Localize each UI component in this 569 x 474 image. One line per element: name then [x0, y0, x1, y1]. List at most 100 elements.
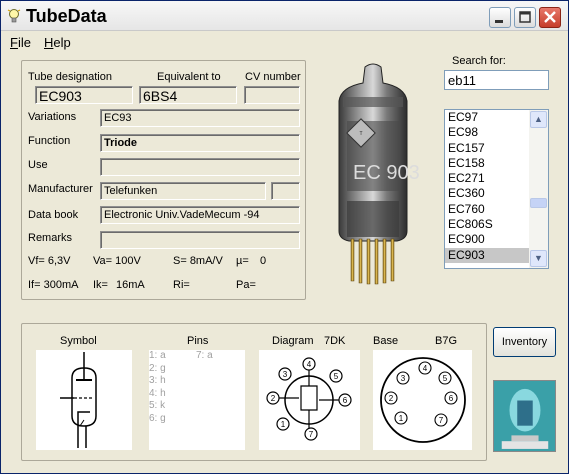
pin-row: 4: h — [149, 388, 245, 401]
diagram-code: 7DK — [324, 335, 346, 347]
menu-bar: File Help — [1, 32, 568, 52]
function-label: Function — [28, 135, 71, 147]
svg-text:6: 6 — [449, 394, 454, 403]
app-logo — [493, 380, 556, 452]
svg-text:7: 7 — [309, 430, 314, 439]
search-input[interactable] — [444, 70, 549, 90]
list-item[interactable]: EC360 — [445, 186, 529, 201]
databook-field[interactable]: Electronic Univ.VadeMecum -94 — [100, 206, 300, 224]
spec-va: Va= 100V — [93, 255, 141, 267]
close-icon — [544, 11, 556, 23]
pin-row: 1: a 7: a — [149, 350, 245, 363]
cv-label: CV number — [245, 71, 301, 83]
spec-if: If= 300mA — [28, 279, 79, 291]
spec-pa: Pa= — [236, 279, 256, 291]
svg-text:1: 1 — [281, 420, 286, 429]
svg-text:3: 3 — [401, 374, 406, 383]
tube-list-items: EC97 EC98 EC157 EC158 EC271 EC360 EC760 EC806S E… — [445, 110, 529, 263]
pinout-diagram: 4 3 5 2 6 7 1 — [259, 350, 360, 450]
minimize-button[interactable] — [489, 7, 511, 28]
scroll-up-button[interactable]: ▲ — [530, 111, 547, 128]
pin-row: 5: k — [149, 400, 245, 413]
list-scrollbar[interactable]: ▲ ▼ — [529, 110, 548, 268]
maximize-button[interactable] — [514, 7, 536, 28]
list-item[interactable]: EC760 — [445, 202, 529, 217]
svg-text:3: 3 — [283, 370, 288, 379]
svg-text:5: 5 — [443, 374, 448, 383]
list-item[interactable]: EC806S — [445, 217, 529, 232]
pins-label: Pins — [187, 335, 209, 347]
pin-entry: 3: h — [149, 375, 166, 386]
use-field[interactable] — [100, 158, 300, 176]
list-item[interactable]: EC903 — [445, 247, 529, 263]
svg-text:2: 2 — [389, 394, 394, 403]
scroll-thumb[interactable] — [530, 198, 547, 208]
base-diagram: 4 3 5 2 6 1 7 — [373, 350, 472, 450]
variations-label: Variations — [28, 111, 77, 123]
search-label: Search for: — [452, 55, 506, 67]
pins-list: 1: a 7: a 2: g 3: h 4: h 5: k 6: g — [149, 350, 245, 450]
spec-ik-value: 16mA — [116, 279, 145, 291]
pin-entry: 5: k — [149, 400, 166, 411]
tube-photo: T EC 903 — [317, 61, 429, 288]
spec-mu-value: 0 — [260, 255, 267, 267]
pin-entry: 7: a — [196, 350, 213, 361]
window-title: TubeData — [26, 6, 107, 26]
remarks-field[interactable] — [100, 231, 300, 249]
use-label: Use — [28, 159, 48, 171]
databook-label: Data book — [28, 209, 79, 221]
manufacturer-field[interactable]: Telefunken — [100, 182, 266, 200]
triode-symbol — [36, 350, 132, 450]
manufacturer-extra-field[interactable] — [271, 182, 300, 200]
minimize-icon — [495, 20, 503, 23]
list-item[interactable]: EC158 — [445, 156, 529, 171]
equivalent-label: Equivalent to — [157, 71, 221, 83]
manufacturer-label: Manufacturer — [28, 183, 93, 195]
symbol-label: Symbol — [60, 335, 97, 347]
list-item[interactable]: EC271 — [445, 171, 529, 186]
designation-field[interactable]: EC903 — [35, 86, 133, 104]
scroll-down-button[interactable]: ▼ — [530, 250, 547, 267]
menu-help[interactable]: Help — [44, 35, 71, 50]
list-item[interactable]: EC157 — [445, 141, 529, 156]
spec-mu-label: µ= — [236, 255, 249, 267]
spec-ik-label: Ik= — [93, 279, 108, 291]
pin-row: 6: g — [149, 413, 245, 426]
list-item[interactable]: EC98 — [445, 125, 529, 140]
variations-field[interactable]: EC93 — [100, 109, 300, 127]
equivalent-field[interactable]: 6BS4 — [139, 86, 237, 104]
base-code: B7G — [435, 335, 458, 347]
list-item[interactable]: EC97 — [445, 110, 529, 125]
svg-text:4: 4 — [423, 364, 428, 373]
pin-entry: 2: g — [149, 362, 166, 374]
svg-text:2: 2 — [271, 394, 276, 403]
list-item[interactable]: EC900 — [445, 232, 529, 247]
svg-text:7: 7 — [439, 416, 444, 425]
cv-field[interactable] — [244, 86, 300, 104]
spec-s: S= 8mA/V — [173, 255, 223, 267]
svg-text:6: 6 — [343, 396, 348, 405]
svg-text:1: 1 — [399, 414, 404, 423]
pin-entry: 6: g — [149, 412, 166, 424]
photo-print-text: EC 903 — [353, 162, 420, 184]
menu-help-label: elp — [53, 35, 71, 50]
tube-listbox[interactable]: EC97 EC98 EC157 EC158 EC271 EC360 EC760 EC806S E… — [444, 109, 549, 269]
svg-text:4: 4 — [307, 360, 312, 369]
inventory-button[interactable]: Inventory — [493, 327, 556, 357]
app-window: TubeData File Help Tube designation Equi… — [0, 0, 569, 474]
pin-row: 3: h — [149, 375, 245, 388]
pin-row: 2: g — [149, 363, 245, 376]
spec-ri: Ri= — [173, 279, 190, 291]
title-bar[interactable]: TubeData — [1, 1, 568, 31]
designation-label: Tube designation — [28, 71, 112, 83]
close-button[interactable] — [539, 7, 561, 28]
menu-help-accel: H — [44, 35, 54, 50]
menu-file-label: ile — [17, 35, 31, 50]
menu-file-accel: F — [10, 35, 18, 50]
maximize-icon — [519, 11, 531, 23]
function-field[interactable]: Triode — [100, 134, 300, 152]
menu-file[interactable]: File — [10, 35, 31, 50]
pin-entry: 4: h — [149, 387, 166, 399]
base-label: Base — [373, 335, 399, 347]
remarks-label: Remarks — [28, 232, 73, 244]
